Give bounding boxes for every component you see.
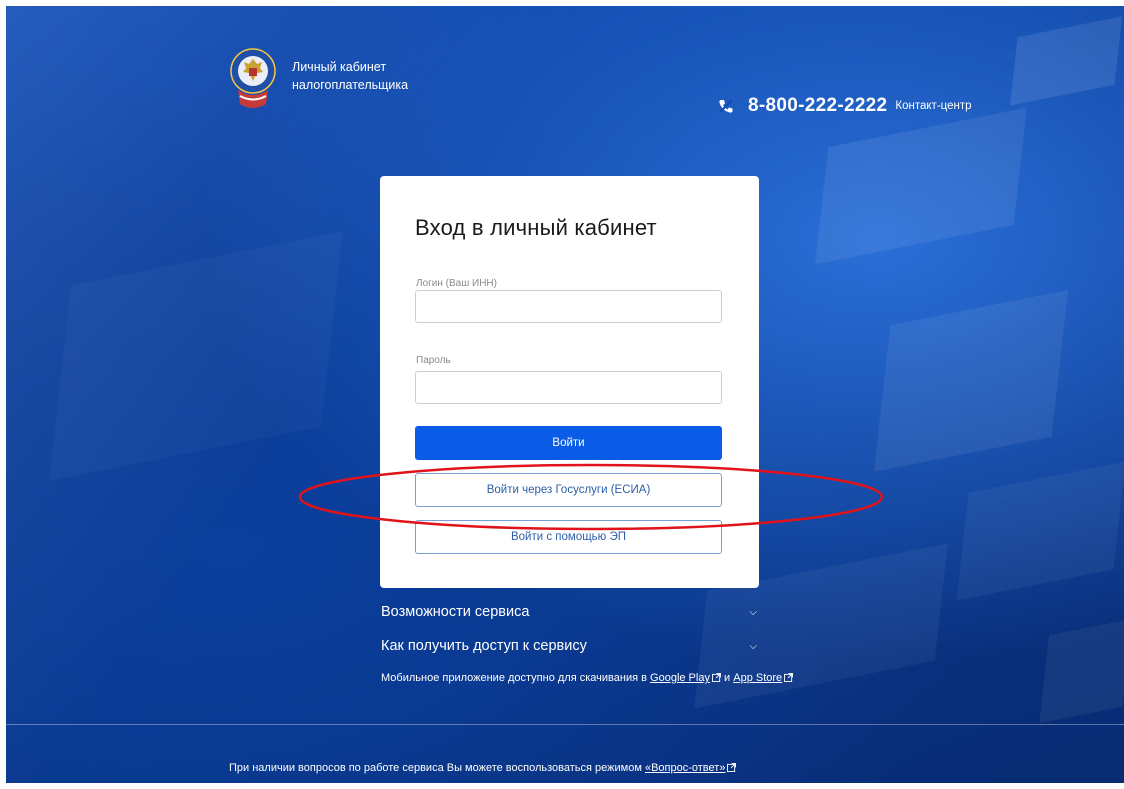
accordion-label: Возможности сервиса <box>381 604 530 620</box>
accordion-service-access[interactable]: Как получить доступ к сервису ⌵ <box>381 638 759 654</box>
login-label: Логин (Ваш ИНН) <box>416 278 497 289</box>
footer-help-note: При наличии вопросов по работе сервиса В… <box>229 762 737 774</box>
external-link-icon <box>711 673 721 682</box>
contact-center-label: Контакт-центр <box>895 100 972 112</box>
brand-title[interactable]: Личный кабинет налогоплательщика <box>292 58 408 94</box>
contact-center: 8-800-222-2222 Контакт-центр <box>718 95 972 117</box>
phone-number[interactable]: 8-800-222-2222 <box>748 95 887 117</box>
background-facet <box>1039 618 1124 724</box>
mobile-and-text: и <box>724 672 731 684</box>
page-title: Вход в личный кабинет <box>415 215 657 240</box>
google-play-link[interactable]: Google Play <box>650 672 721 684</box>
external-link-icon <box>727 763 737 772</box>
login-button[interactable]: Войти <box>415 426 722 460</box>
background-facet <box>1009 16 1123 106</box>
footer-divider <box>6 724 1124 725</box>
password-input[interactable] <box>415 371 722 404</box>
page-background: Личный кабинет налогоплательщика 8-800-2… <box>6 6 1124 783</box>
accordion-service-features[interactable]: Возможности сервиса ⌵ <box>381 604 759 620</box>
background-facet <box>956 461 1124 601</box>
background-facet <box>873 289 1069 473</box>
mobile-app-note: Мобильное приложение доступно для скачив… <box>381 672 794 684</box>
red-ellipse-annotation <box>298 463 884 531</box>
fns-emblem-logo[interactable] <box>230 44 276 120</box>
brand-line-2: налогоплательщика <box>292 78 409 92</box>
password-label: Пароль <box>416 355 451 366</box>
faq-link[interactable]: «Вопрос-ответ» <box>645 762 737 774</box>
app-store-link[interactable]: App Store <box>733 672 794 684</box>
accordion-label: Как получить доступ к сервису <box>381 638 587 654</box>
background-facet <box>815 107 1027 265</box>
login-input[interactable] <box>415 290 722 323</box>
phone-icon <box>719 99 733 113</box>
footer-text: При наличии вопросов по работе сервиса В… <box>229 762 642 774</box>
chevron-down-icon: ⌵ <box>749 640 757 652</box>
background-facet <box>49 231 343 481</box>
external-link-icon <box>784 673 794 682</box>
chevron-down-icon: ⌵ <box>749 606 757 618</box>
brand-line-1: Личный кабинет <box>292 60 387 74</box>
mobile-app-text: Мобильное приложение доступно для скачив… <box>381 672 647 684</box>
